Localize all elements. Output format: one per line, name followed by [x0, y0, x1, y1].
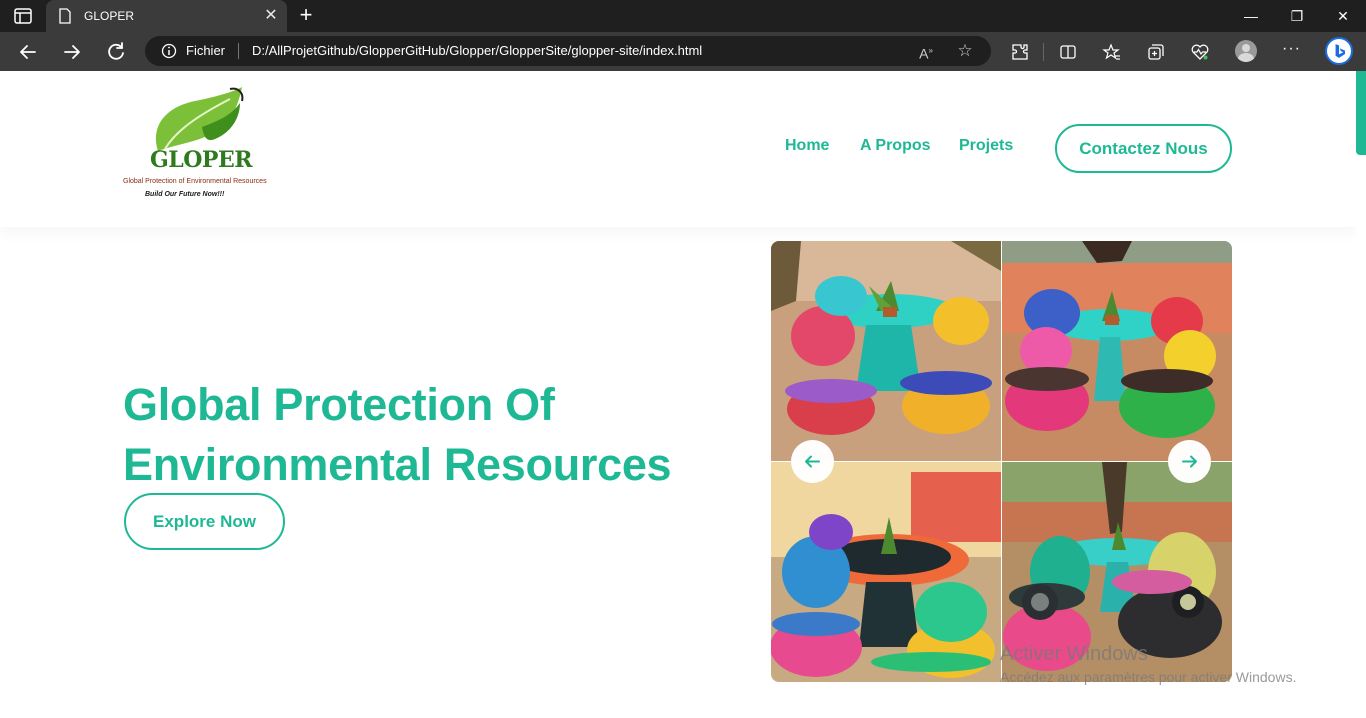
read-aloud-icon[interactable]: A» — [917, 42, 935, 62]
logo-wordmark: GLOPER — [150, 147, 253, 173]
refresh-icon[interactable] — [103, 39, 129, 65]
carousel-next-icon[interactable] — [1168, 440, 1211, 483]
info-icon[interactable] — [161, 43, 177, 59]
leaf-logo-icon — [155, 87, 244, 151]
logo-slogan: Build Our Future Now!!! — [145, 191, 225, 198]
favorites-icon[interactable] — [1102, 42, 1122, 62]
close-tab-icon[interactable]: ✕ — [262, 7, 280, 25]
page-scrollbar[interactable] — [1356, 71, 1366, 718]
windows-activation-title: Activer Windows — [1000, 643, 1148, 665]
hero-title: Global Protection Of Environmental Resou… — [123, 375, 723, 495]
bing-copilot-icon[interactable] — [1325, 37, 1353, 65]
profile-avatar[interactable] — [1235, 40, 1257, 62]
tab-title: GLOPER — [84, 9, 135, 23]
page-icon — [59, 8, 71, 24]
carousel-image-3 — [771, 462, 1001, 682]
scrollbar-thumb[interactable] — [1356, 71, 1366, 155]
browser-toolbar: Fichier D:/AllProjetGithub/GlopperGitHub… — [0, 32, 1366, 71]
hero-title-line-2: Environmental Resources — [123, 439, 672, 490]
favorite-star-icon[interactable]: ☆ — [956, 42, 974, 60]
hero-carousel — [771, 241, 1232, 682]
toolbar-divider — [1043, 43, 1044, 61]
close-window-icon[interactable]: ✕ — [1325, 4, 1361, 28]
address-url[interactable]: D:/AllProjetGithub/GlopperGitHub/Glopper… — [252, 43, 702, 58]
forward-icon[interactable] — [59, 39, 85, 65]
new-tab-icon[interactable]: + — [294, 4, 318, 28]
tab-actions-icon[interactable] — [14, 8, 32, 24]
address-bar[interactable]: Fichier D:/AllProjetGithub/GlopperGitHub… — [145, 36, 991, 66]
browser-essentials-icon[interactable] — [1190, 42, 1210, 62]
collections-icon[interactable] — [1146, 42, 1166, 62]
page-viewport: GLOPER Global Protection of Environmenta… — [0, 71, 1366, 718]
browser-title-bar: GLOPER ✕ + — ❐ ✕ — [0, 0, 1366, 32]
more-options-icon[interactable]: ··· — [1282, 40, 1301, 58]
browser-tab[interactable]: GLOPER ✕ — [46, 0, 287, 32]
restore-icon[interactable]: ❐ — [1279, 4, 1315, 28]
address-scheme-label: Fichier — [186, 43, 226, 58]
windows-activation-subtitle: Accédez aux paramètres pour activer Wind… — [1000, 669, 1297, 685]
carousel-image-2 — [1002, 241, 1232, 461]
back-icon[interactable] — [15, 39, 41, 65]
nav-link-projets[interactable]: Projets — [959, 137, 1013, 155]
logo-tagline: Global Protection of Environmental Resou… — [123, 178, 267, 185]
hero-title-line-1: Global Protection Of — [123, 379, 555, 430]
split-screen-icon[interactable] — [1058, 42, 1078, 62]
extensions-icon[interactable] — [1010, 42, 1030, 62]
site-logo[interactable]: GLOPER Global Protection of Environmenta… — [120, 87, 280, 205]
explore-now-button[interactable]: Explore Now — [124, 493, 285, 550]
contact-button[interactable]: Contactez Nous — [1055, 124, 1232, 173]
site-header: GLOPER Global Protection of Environmenta… — [0, 71, 1356, 227]
nav-link-a-propos[interactable]: A Propos — [860, 137, 931, 155]
carousel-image-1 — [771, 241, 1001, 461]
address-divider — [238, 43, 239, 59]
minimize-icon[interactable]: — — [1233, 4, 1269, 28]
nav-link-home[interactable]: Home — [785, 137, 829, 155]
carousel-prev-icon[interactable] — [791, 440, 834, 483]
